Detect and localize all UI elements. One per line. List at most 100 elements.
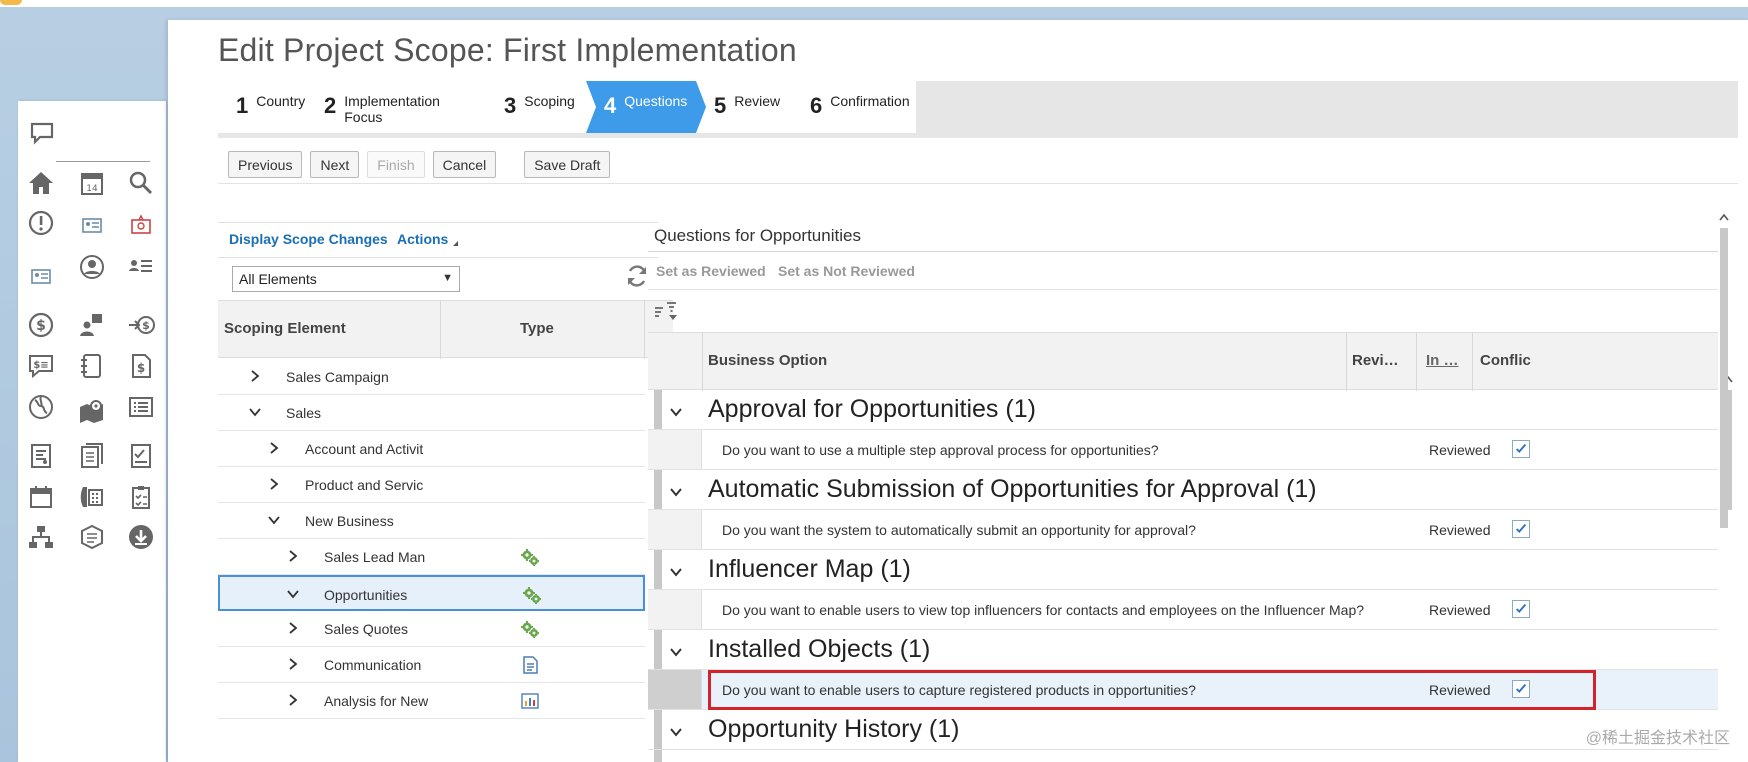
chevron-right-icon[interactable] bbox=[286, 693, 300, 707]
review-status: Reviewed bbox=[1429, 682, 1491, 698]
tree-row[interactable]: Sales Quotes bbox=[218, 611, 645, 647]
in-scope-column-header[interactable]: In … bbox=[1426, 352, 1459, 369]
invoice-icon[interactable]: $ bbox=[126, 351, 156, 381]
type-column-header[interactable]: Type bbox=[520, 320, 554, 337]
display-scope-changes-link[interactable]: Display Scope Changes bbox=[229, 231, 388, 247]
question-row[interactable]: Do you want to use a multiple step appro… bbox=[648, 430, 1718, 470]
previous-button[interactable]: Previous bbox=[228, 151, 303, 178]
download-icon[interactable] bbox=[126, 522, 156, 552]
conflicts-column-header[interactable]: Conflic bbox=[1480, 352, 1531, 369]
payment-icon[interactable]: $ bbox=[126, 310, 156, 340]
row-selector[interactable] bbox=[648, 510, 702, 549]
wizard-step-scoping[interactable]: 3 Scoping bbox=[486, 81, 596, 133]
row-selector[interactable] bbox=[648, 590, 702, 629]
feedback-icon[interactable] bbox=[27, 118, 57, 148]
question-group-header[interactable]: Approval for Opportunities (1) bbox=[648, 390, 1718, 430]
search-icon[interactable] bbox=[126, 168, 156, 198]
tree-row[interactable]: Analysis for New bbox=[218, 683, 645, 719]
next-button[interactable]: Next bbox=[310, 151, 360, 178]
sort-icon[interactable] bbox=[652, 298, 680, 322]
business-option-column-header[interactable]: Business Option bbox=[708, 352, 827, 369]
task-doc-icon[interactable] bbox=[126, 441, 156, 471]
chevron-down-icon[interactable] bbox=[668, 484, 684, 500]
question-group-header[interactable]: Automatic Submission of Opportunities fo… bbox=[648, 470, 1718, 510]
cancel-button[interactable]: Cancel bbox=[432, 151, 497, 178]
contact-card-icon[interactable] bbox=[126, 210, 156, 240]
wizard-step-number: 5 bbox=[714, 93, 727, 118]
home-icon[interactable] bbox=[26, 168, 56, 198]
calendar-icon[interactable]: 14 bbox=[77, 168, 107, 198]
in-scope-checkbox[interactable] bbox=[1512, 520, 1530, 538]
wizard-step-country[interactable]: 1 Country bbox=[218, 81, 316, 133]
row-selector[interactable] bbox=[648, 430, 702, 469]
wizard-step-confirmation[interactable]: 6 Confirmation bbox=[792, 81, 916, 133]
chevron-down-icon[interactable] bbox=[668, 564, 684, 580]
question-row[interactable]: Do you want the system to automatically … bbox=[648, 510, 1718, 550]
alert-icon[interactable] bbox=[26, 208, 56, 238]
wizard-step-review[interactable]: 5 Review bbox=[696, 81, 802, 133]
chevron-down-icon[interactable] bbox=[668, 404, 684, 420]
chevron-right-icon[interactable] bbox=[267, 477, 281, 491]
id-card-icon[interactable] bbox=[77, 210, 107, 240]
documents-icon[interactable] bbox=[77, 441, 107, 471]
in-scope-checkbox[interactable] bbox=[1512, 680, 1530, 698]
chevron-down-icon[interactable] bbox=[267, 513, 281, 527]
tree-header: Scoping Element Type bbox=[218, 300, 673, 359]
chevron-down-icon[interactable] bbox=[668, 644, 684, 660]
appointment-icon[interactable] bbox=[26, 482, 56, 512]
tree-row[interactable]: Account and Activit bbox=[218, 431, 645, 467]
question-text: Do you want to use a multiple step appro… bbox=[722, 442, 1159, 458]
package-icon[interactable] bbox=[77, 522, 107, 552]
question-group-header[interactable]: Influencer Map (1) bbox=[648, 550, 1718, 590]
question-group-header[interactable]: Installed Objects (1) bbox=[648, 630, 1718, 670]
actions-menu[interactable]: Actions bbox=[397, 231, 458, 247]
tree-row[interactable]: New Business bbox=[218, 503, 645, 539]
user-icon[interactable] bbox=[77, 252, 107, 282]
chevron-down-icon[interactable] bbox=[668, 724, 684, 740]
tree-row[interactable]: Sales Campaign bbox=[218, 359, 645, 395]
chevron-right-icon[interactable] bbox=[286, 549, 300, 563]
set-as-not-reviewed-button[interactable]: Set as Not Reviewed bbox=[778, 263, 915, 279]
badge-icon[interactable] bbox=[26, 261, 56, 291]
chevron-right-icon[interactable] bbox=[267, 441, 281, 455]
page-scroll-thumb[interactable] bbox=[1720, 228, 1728, 528]
map-pin-icon[interactable] bbox=[77, 396, 107, 426]
row-selector[interactable] bbox=[648, 670, 702, 709]
tree-row[interactable]: Product and Servic bbox=[218, 467, 645, 503]
chevron-right-icon[interactable] bbox=[248, 369, 262, 383]
scoping-element-column-header[interactable]: Scoping Element bbox=[224, 320, 346, 337]
save-draft-button[interactable]: Save Draft bbox=[524, 151, 611, 178]
wizard-step-questions[interactable]: 4 Questions bbox=[586, 81, 706, 133]
question-row[interactable]: Do you want to enable users to view top … bbox=[648, 590, 1718, 630]
currency-icon[interactable]: $ bbox=[26, 310, 56, 340]
finish-button[interactable]: Finish bbox=[367, 151, 425, 178]
tree-row[interactable]: Opportunities bbox=[218, 575, 645, 611]
price-chat-icon[interactable]: $≡ bbox=[26, 351, 56, 381]
tree-row[interactable]: Sales bbox=[218, 395, 645, 431]
chevron-down-icon[interactable] bbox=[248, 405, 262, 419]
question-group-header[interactable]: Opportunity History (1) bbox=[648, 710, 1718, 750]
question-row[interactable]: Do you want to enable users to capture r… bbox=[648, 670, 1718, 710]
team-icon[interactable] bbox=[77, 310, 107, 340]
user-list-icon[interactable] bbox=[126, 252, 156, 282]
wizard-step-implementation-focus[interactable]: 2 Implementation Focus bbox=[306, 81, 496, 133]
list-icon[interactable] bbox=[126, 392, 156, 422]
page-scrollbar[interactable] bbox=[1718, 210, 1730, 528]
org-chart-icon[interactable] bbox=[26, 522, 56, 552]
tree-row[interactable]: Sales Lead Man bbox=[218, 539, 645, 575]
chevron-right-icon[interactable] bbox=[286, 657, 300, 671]
in-scope-checkbox[interactable] bbox=[1512, 440, 1530, 458]
in-scope-checkbox[interactable] bbox=[1512, 600, 1530, 618]
chevron-down-icon[interactable] bbox=[286, 587, 300, 601]
chevron-right-icon[interactable] bbox=[286, 621, 300, 635]
checklist-icon[interactable] bbox=[126, 482, 156, 512]
phone-call-icon[interactable] bbox=[77, 482, 107, 512]
report-icon[interactable] bbox=[26, 441, 56, 471]
tree-row-label: New Business bbox=[305, 513, 394, 529]
globe-icon[interactable] bbox=[26, 392, 56, 422]
tree-row[interactable]: Communication bbox=[218, 647, 645, 683]
reviewed-column-header[interactable]: Revi… bbox=[1352, 352, 1399, 369]
set-as-reviewed-button[interactable]: Set as Reviewed bbox=[656, 263, 766, 279]
notebook-icon[interactable] bbox=[77, 351, 107, 381]
element-filter-select[interactable]: All Elements ▼ bbox=[232, 266, 460, 292]
